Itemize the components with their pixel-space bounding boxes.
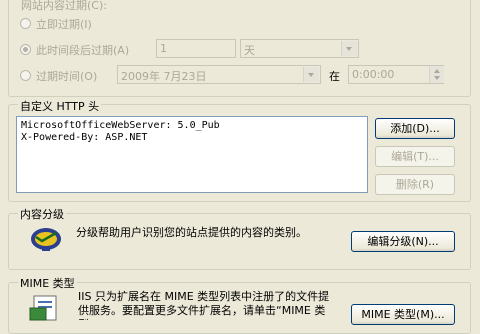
radio-on-label: 过期时间(O) bbox=[36, 70, 98, 83]
header-line[interactable]: MicrosoftOfficeWebServer: 5.0_Pub bbox=[21, 120, 363, 132]
at-label: 在 bbox=[329, 70, 340, 83]
mime-icon bbox=[28, 292, 64, 322]
mime-types-title: MIME 类型 bbox=[18, 275, 77, 291]
expire-after-input[interactable]: 1 bbox=[156, 39, 236, 58]
edit-ratings-button[interactable]: 编辑分级(N)... bbox=[351, 231, 455, 252]
http-headers-title: 自定义 HTTP 头 bbox=[18, 98, 102, 114]
spin-up-icon[interactable] bbox=[434, 69, 440, 73]
ratings-icon bbox=[28, 224, 64, 254]
mime-types-button[interactable]: MIME 类型(M)... bbox=[351, 304, 455, 325]
expire-time-value: 0:00:00 bbox=[352, 68, 395, 81]
spin-down-icon[interactable] bbox=[434, 76, 440, 80]
expire-unit-select[interactable]: 天 bbox=[240, 39, 359, 58]
expire-date-value: 2009年 7月23日 bbox=[121, 70, 207, 83]
chevron-down-icon[interactable] bbox=[303, 67, 319, 82]
header-line[interactable]: X-Powered-By: ASP.NET bbox=[21, 132, 363, 144]
content-ratings-title: 内容分级 bbox=[18, 206, 66, 222]
expire-unit-value: 天 bbox=[244, 44, 255, 57]
ratings-description: 分级帮助用户识别您的站点提供的内容的类别。 bbox=[76, 226, 307, 239]
expire-date-picker[interactable]: 2009年 7月23日 bbox=[117, 65, 321, 84]
add-header-button[interactable]: 添加(D)... bbox=[375, 118, 455, 139]
radio-immediate-label: 立即过期(I) bbox=[36, 18, 92, 31]
radio-after-label: 此时间段后过期(A) bbox=[36, 44, 130, 57]
edit-header-button[interactable]: 编辑(T)... bbox=[375, 146, 455, 167]
delete-header-button[interactable]: 删除(R) bbox=[375, 174, 455, 195]
mime-description: IIS 只为扩展名在 MIME 类型列表中注册了的文件提供服务。要配置更多文件扩… bbox=[78, 290, 330, 320]
radio-on[interactable] bbox=[20, 70, 31, 81]
radio-immediate[interactable] bbox=[20, 18, 31, 29]
time-spinner[interactable] bbox=[429, 66, 444, 83]
radio-after[interactable] bbox=[20, 44, 31, 55]
expiry-group-title: 网站内容过期(C): bbox=[21, 0, 107, 12]
chevron-down-icon[interactable] bbox=[341, 41, 357, 56]
http-headers-list[interactable]: MicrosoftOfficeWebServer: 5.0_Pub X-Powe… bbox=[16, 116, 368, 193]
